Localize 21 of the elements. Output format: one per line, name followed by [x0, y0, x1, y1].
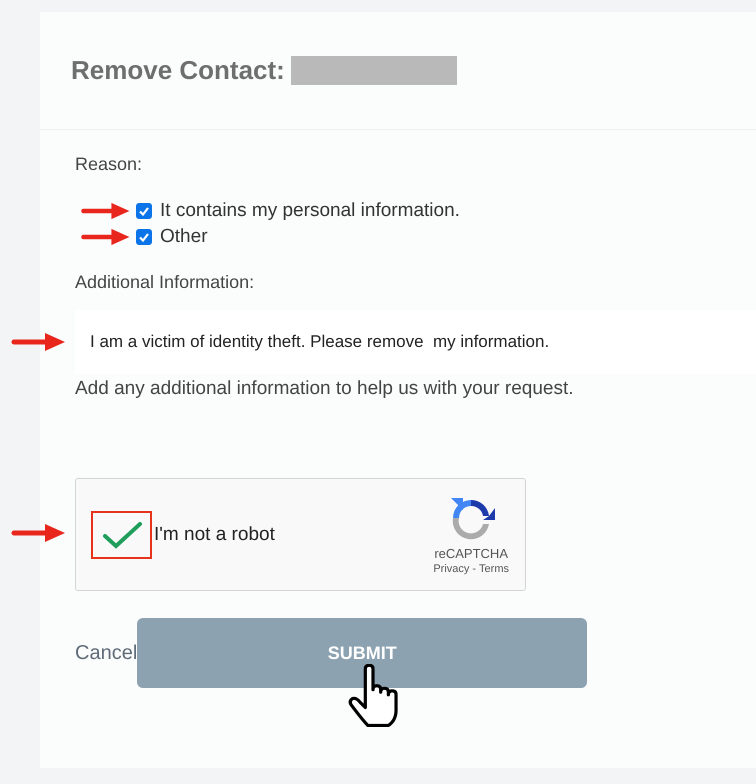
- page-title: Remove Contact:: [71, 55, 285, 86]
- terms-link[interactable]: Terms: [479, 563, 509, 575]
- additional-info-label: Additional Information:: [75, 272, 254, 293]
- cancel-link[interactable]: Cancel: [75, 642, 138, 664]
- additional-info-field[interactable]: I am a victim of identity theft. Please remove my information.: [75, 310, 756, 374]
- arrow-icon: [11, 523, 67, 543]
- help-text: Add any additional information to help us with your request.: [75, 378, 574, 400]
- arrow-icon: [80, 228, 132, 246]
- arrow-icon: [80, 202, 132, 220]
- captcha-checkbox[interactable]: [91, 510, 152, 558]
- hand-cursor-icon: [347, 664, 399, 728]
- recaptcha-brand: reCAPTCHA: [434, 546, 508, 561]
- arrow-icon: [11, 332, 67, 352]
- captcha-label: I'm not a robot: [154, 524, 275, 546]
- reason-label: Reason:: [75, 154, 142, 175]
- checkbox[interactable]: [136, 203, 152, 219]
- privacy-link[interactable]: Privacy: [433, 563, 470, 575]
- checkbox-label: Other: [160, 226, 208, 248]
- link-separator: -: [472, 563, 476, 575]
- checkbox-label: It contains my personal information.: [160, 200, 460, 222]
- checkbox[interactable]: [136, 229, 152, 245]
